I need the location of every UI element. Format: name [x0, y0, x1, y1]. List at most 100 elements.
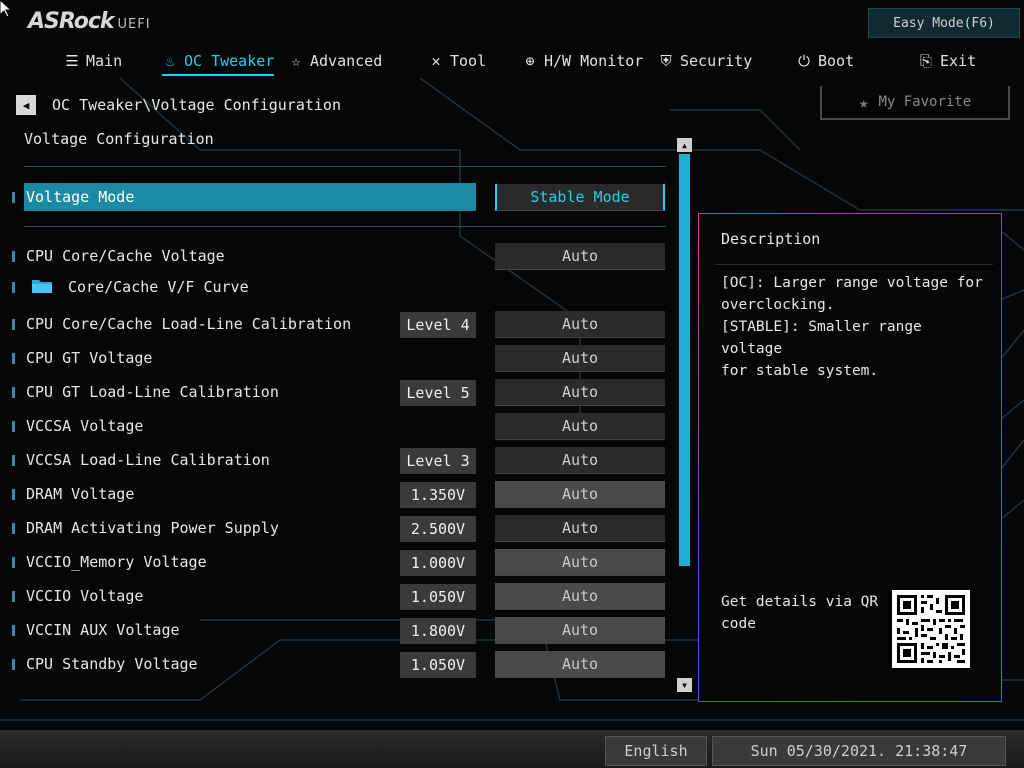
row-marker [12, 625, 15, 636]
breadcrumb-path: OC Tweaker\Voltage Configuration [52, 96, 341, 114]
current-value: Level 3 [400, 448, 476, 474]
tab-label: Security [680, 52, 753, 70]
setting-value[interactable]: Auto [495, 583, 665, 610]
setting-label: CPU Standby Voltage [26, 655, 198, 673]
setting-label: CPU Core/Cache Load-Line Calibration [26, 315, 352, 333]
back-arrow-icon[interactable]: ◀ [16, 95, 36, 115]
setting-value[interactable]: Auto [495, 481, 665, 508]
brand-name: ASRock [28, 9, 115, 34]
setting-row-cpu-gt-llc[interactable]: CPU GT Load-Line Calibration Level 5 Aut… [0, 378, 670, 406]
tab-oc-tweaker[interactable]: ♨ OC Tweaker [162, 44, 275, 78]
setting-row-cpu-core-cache-llc[interactable]: CPU Core/Cache Load-Line Calibration Lev… [0, 310, 670, 338]
list-icon: ☰ [65, 52, 79, 70]
setting-label: Voltage Mode [24, 183, 476, 211]
language-selector[interactable]: English [605, 736, 707, 766]
setting-value[interactable]: Stable Mode [495, 184, 665, 211]
row-marker [12, 557, 15, 568]
setting-row-voltage-mode[interactable]: Voltage Mode Stable Mode [0, 183, 670, 211]
tab-label: Advanced [310, 52, 383, 70]
setting-value[interactable]: Auto [495, 617, 665, 644]
row-marker [12, 192, 15, 203]
qr-caption: Get details via QR code [721, 594, 879, 632]
setting-value[interactable]: Auto [495, 413, 665, 440]
asrock-logo: ASRock UEFI [28, 9, 151, 34]
current-value: 1.050V [400, 584, 476, 610]
setting-value[interactable]: Auto [495, 311, 665, 338]
folder-icon [32, 280, 52, 293]
divider [715, 264, 993, 265]
row-marker [12, 353, 15, 364]
setting-row-vccsa-llc[interactable]: VCCSA Load-Line Calibration Level 3 Auto [0, 446, 670, 474]
settings-scrollbar[interactable]: ▲ ▼ [677, 138, 692, 694]
setting-label: VCCSA Voltage [26, 417, 144, 435]
setting-row-cpu-core-cache-voltage[interactable]: CPU Core/Cache Voltage Auto [0, 242, 670, 270]
section-title: Voltage Configuration [24, 130, 214, 148]
setting-row-vccio-voltage[interactable]: VCCIO Voltage 1.050V Auto [0, 582, 670, 610]
row-marker [12, 319, 15, 330]
setting-value[interactable]: Auto [495, 447, 665, 474]
scroll-track[interactable] [679, 154, 690, 676]
tab-advanced[interactable]: ☆ Advanced [288, 44, 382, 78]
tab-security[interactable]: ⛨ Security [658, 44, 752, 78]
row-marker [12, 659, 15, 670]
setting-row-vccio-memory-voltage[interactable]: VCCIO_Memory Voltage 1.000V Auto [0, 548, 670, 576]
current-value: Level 4 [400, 312, 476, 338]
row-marker [12, 489, 15, 500]
tab-exit[interactable]: ⎘ Exit [918, 44, 976, 78]
setting-row-vccin-aux-voltage[interactable]: VCCIN AUX Voltage 1.800V Auto [0, 616, 670, 644]
tab-tool[interactable]: ✕ Tool [428, 44, 486, 78]
qr-code [892, 590, 970, 668]
setting-row-dram-activating-power-supply[interactable]: DRAM Activating Power Supply 2.500V Auto [0, 514, 670, 542]
easy-mode-button[interactable]: Easy Mode(F6) [868, 8, 1020, 38]
setting-value[interactable]: Auto [495, 345, 665, 372]
setting-row-dram-voltage[interactable]: DRAM Voltage 1.350V Auto [0, 480, 670, 508]
my-favorite-button[interactable]: ★ My Favorite [820, 86, 1010, 120]
current-value: 1.050V [400, 652, 476, 678]
row-marker [12, 455, 15, 466]
description-text: [OC]: Larger range voltage for overclock… [721, 275, 983, 379]
setting-row-cpu-standby-voltage[interactable]: CPU Standby Voltage 1.050V Auto [0, 650, 670, 678]
scroll-down-arrow-icon[interactable]: ▼ [677, 678, 692, 692]
flame-icon: ♨ [165, 52, 175, 70]
setting-row-core-cache-vf-curve[interactable]: Core/Cache V/F Curve [0, 273, 670, 301]
tab-hw-monitor[interactable]: ⊕ H/W Monitor [522, 44, 643, 78]
setting-label: DRAM Voltage [26, 485, 135, 503]
current-value: 2.500V [400, 516, 476, 542]
setting-value[interactable]: Auto [495, 243, 665, 270]
setting-label: VCCIN AUX Voltage [26, 621, 180, 639]
setting-row-vccsa-voltage[interactable]: VCCSA Voltage Auto [0, 412, 670, 440]
setting-value[interactable]: Auto [495, 549, 665, 576]
tab-boot[interactable]: ⏻ Boot [796, 44, 854, 78]
row-marker [12, 421, 15, 432]
setting-value[interactable]: Auto [495, 515, 665, 542]
tab-main[interactable]: ☰ Main [64, 44, 122, 78]
row-marker [12, 591, 15, 602]
star-outline-icon: ☆ [291, 52, 301, 70]
star-icon: ★ [858, 92, 869, 112]
brand-suffix: UEFI [117, 17, 151, 32]
setting-value[interactable]: Auto [495, 651, 665, 678]
breadcrumb: ◀ OC Tweaker\Voltage Configuration [16, 94, 341, 116]
main-nav: ☰ Main ♨ OC Tweaker ☆ Advanced ✕ Tool ⊕ … [0, 44, 1024, 78]
mouse-pointer-icon [0, 0, 12, 18]
tab-label: Exit [940, 52, 977, 70]
setting-label: Core/Cache V/F Curve [68, 278, 249, 296]
row-marker [12, 387, 15, 398]
tab-label: OC Tweaker [184, 52, 275, 70]
scroll-thumb[interactable] [679, 154, 690, 566]
favorite-label: My Favorite [878, 94, 972, 110]
current-value: Level 5 [400, 380, 476, 406]
description-title: Description [721, 230, 821, 248]
crosshair-icon: ⊕ [525, 52, 535, 70]
setting-label: VCCIO_Memory Voltage [26, 553, 207, 571]
current-value: 1.350V [400, 482, 476, 508]
setting-row-cpu-gt-voltage[interactable]: CPU GT Voltage Auto [0, 344, 670, 372]
scroll-up-arrow-icon[interactable]: ▲ [677, 138, 692, 152]
row-marker [12, 523, 15, 534]
tab-label: Tool [450, 52, 487, 70]
setting-label: CPU Core/Cache Voltage [26, 247, 225, 265]
tools-icon: ✕ [431, 52, 441, 70]
setting-value[interactable]: Auto [495, 379, 665, 406]
datetime-display: Sun 05/30/2021. 21:38:47 [712, 736, 1006, 766]
setting-label: CPU GT Voltage [26, 349, 153, 367]
